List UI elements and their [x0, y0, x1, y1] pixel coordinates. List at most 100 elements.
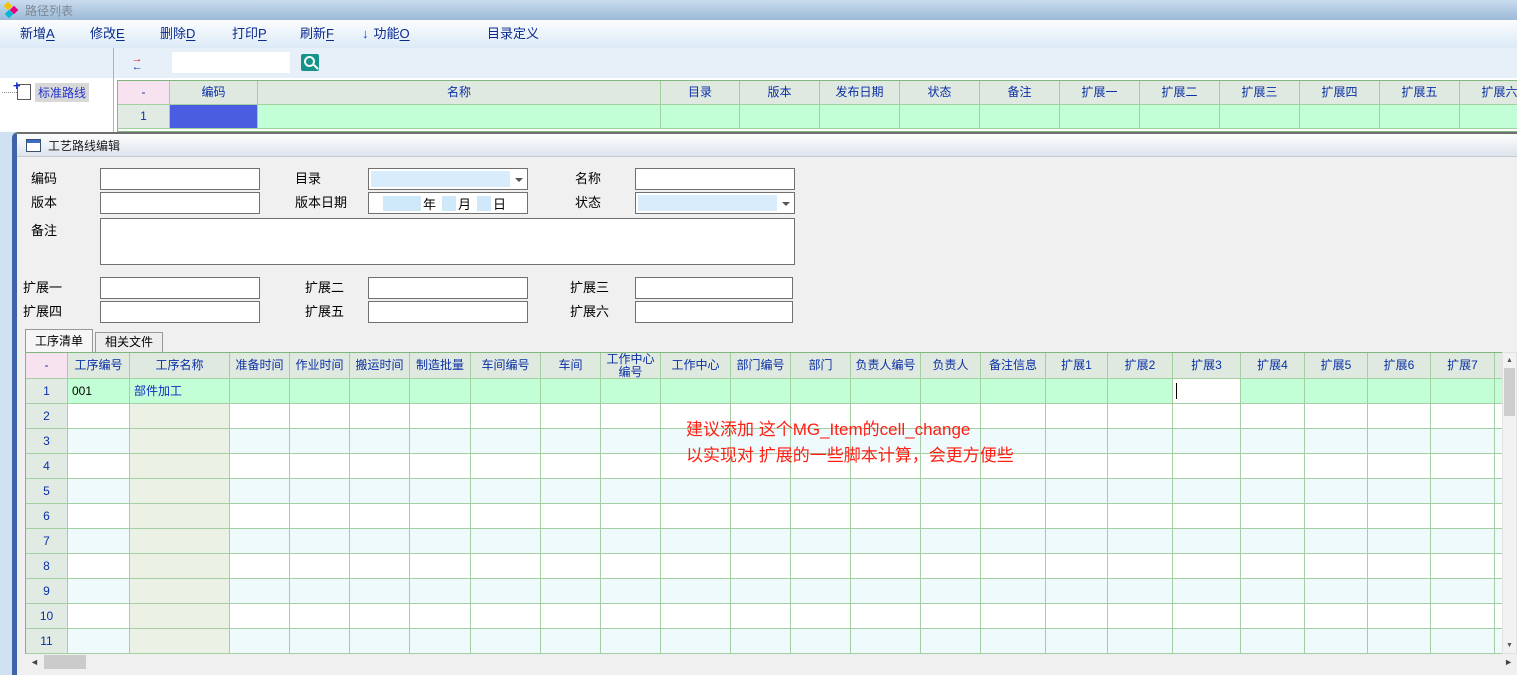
cell[interactable]: [350, 504, 410, 529]
cell[interactable]: [661, 529, 731, 554]
column-header[interactable]: 部门编号: [731, 353, 791, 379]
cell[interactable]: [1368, 429, 1431, 454]
cell[interactable]: [541, 554, 601, 579]
cell[interactable]: [1108, 579, 1173, 604]
cell[interactable]: [1046, 379, 1108, 404]
cell[interactable]: [1173, 429, 1241, 454]
cell[interactable]: [1046, 579, 1108, 604]
cell[interactable]: [791, 629, 851, 654]
cell[interactable]: [921, 579, 981, 604]
cell[interactable]: [410, 579, 471, 604]
cell[interactable]: [1108, 429, 1173, 454]
code-input[interactable]: [100, 168, 260, 190]
cell[interactable]: [1368, 579, 1431, 604]
cell[interactable]: [290, 554, 350, 579]
cell[interactable]: [1305, 604, 1368, 629]
scroll-down-icon[interactable]: ▼: [1503, 639, 1516, 652]
cell[interactable]: [410, 479, 471, 504]
column-header[interactable]: 搬运时间: [350, 353, 410, 379]
cell[interactable]: [1241, 579, 1305, 604]
cell[interactable]: [1046, 604, 1108, 629]
cell[interactable]: [541, 504, 601, 529]
cell[interactable]: [230, 404, 290, 429]
cell[interactable]: [350, 529, 410, 554]
cell[interactable]: [851, 604, 921, 629]
cell[interactable]: [541, 454, 601, 479]
cell[interactable]: 001: [68, 379, 130, 404]
cell[interactable]: [1241, 454, 1305, 479]
cell[interactable]: [1368, 504, 1431, 529]
cell[interactable]: [290, 579, 350, 604]
cell[interactable]: [290, 404, 350, 429]
column-header[interactable]: 扩展四: [1300, 81, 1380, 105]
ext4-input[interactable]: [100, 301, 260, 323]
cell[interactable]: [471, 454, 541, 479]
cell[interactable]: [1241, 429, 1305, 454]
cell[interactable]: [130, 554, 230, 579]
cell[interactable]: [661, 479, 731, 504]
cell[interactable]: [731, 479, 791, 504]
column-header[interactable]: 状态: [900, 81, 980, 105]
cell[interactable]: [851, 529, 921, 554]
column-header[interactable]: 负责人编号: [851, 353, 921, 379]
cell[interactable]: [1431, 454, 1495, 479]
cell[interactable]: [921, 629, 981, 654]
column-header[interactable]: 作业时间: [290, 353, 350, 379]
cell[interactable]: [601, 504, 661, 529]
cell[interactable]: [410, 429, 471, 454]
search-icon[interactable]: [301, 54, 319, 71]
row-number[interactable]: 11: [26, 629, 68, 654]
cell[interactable]: [230, 529, 290, 554]
cell[interactable]: [1046, 504, 1108, 529]
menu-item-1[interactable]: 新增A: [20, 20, 55, 48]
cell[interactable]: [1108, 379, 1173, 404]
cell[interactable]: [1046, 529, 1108, 554]
cell[interactable]: [1305, 454, 1368, 479]
row-number[interactable]: 10: [26, 604, 68, 629]
cell[interactable]: [68, 429, 130, 454]
row-number[interactable]: 1: [118, 105, 170, 129]
cell[interactable]: [230, 454, 290, 479]
column-header[interactable]: 名称: [258, 81, 661, 105]
grid-corner[interactable]: -: [118, 81, 170, 105]
cell[interactable]: [130, 504, 230, 529]
cell[interactable]: [1173, 404, 1241, 429]
cell[interactable]: [410, 554, 471, 579]
cell[interactable]: [981, 629, 1046, 654]
column-header[interactable]: 编码: [170, 81, 258, 105]
search-input[interactable]: [172, 52, 290, 73]
cell[interactable]: [130, 629, 230, 654]
cell[interactable]: [1241, 404, 1305, 429]
cell[interactable]: [541, 429, 601, 454]
cell[interactable]: [68, 504, 130, 529]
cell[interactable]: [230, 479, 290, 504]
horizontal-scroll-thumb[interactable]: [44, 655, 86, 669]
cell[interactable]: [731, 554, 791, 579]
cell[interactable]: [601, 554, 661, 579]
row-number[interactable]: 6: [26, 504, 68, 529]
cell[interactable]: [541, 629, 601, 654]
cell[interactable]: [1241, 379, 1305, 404]
catalog-combobox[interactable]: [368, 168, 528, 190]
name-input[interactable]: [635, 168, 795, 190]
cell[interactable]: [731, 379, 791, 404]
cell[interactable]: [1368, 629, 1431, 654]
cell[interactable]: [661, 604, 731, 629]
cell[interactable]: [601, 379, 661, 404]
cell[interactable]: [921, 554, 981, 579]
cell[interactable]: [541, 479, 601, 504]
cell[interactable]: [1300, 105, 1380, 129]
cell[interactable]: [791, 579, 851, 604]
cell[interactable]: 部件加工: [130, 379, 230, 404]
cell[interactable]: [900, 105, 980, 129]
cell[interactable]: [731, 604, 791, 629]
row-number[interactable]: 8: [26, 554, 68, 579]
cell[interactable]: [350, 629, 410, 654]
cell[interactable]: [661, 105, 740, 129]
cell[interactable]: [1173, 629, 1241, 654]
scroll-left-icon[interactable]: ◄: [30, 657, 39, 667]
cell[interactable]: [410, 629, 471, 654]
column-header[interactable]: 发布日期: [820, 81, 900, 105]
cell[interactable]: [981, 554, 1046, 579]
cell[interactable]: [68, 629, 130, 654]
